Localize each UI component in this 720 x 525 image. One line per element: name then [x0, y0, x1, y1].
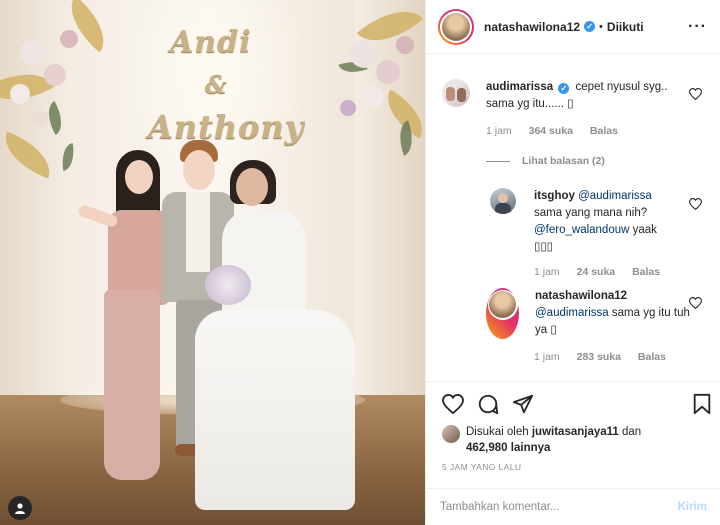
- view-replies-button[interactable]: Lihat balasan (2): [486, 155, 605, 167]
- sign-name-1: Andi: [170, 25, 252, 60]
- reply-button[interactable]: Balas: [590, 125, 618, 137]
- bouquet: [205, 265, 251, 305]
- comment-text-2: yaak: [632, 224, 657, 236]
- comment-item: audimarissa ✓ cepet nyusul syg.. sama yg…: [442, 79, 676, 113]
- comment-avatar[interactable]: [490, 188, 516, 214]
- header-username[interactable]: natashawilona12: [484, 20, 580, 34]
- emoji-placeholder: ▯▯▯: [534, 241, 553, 253]
- verified-badge-icon: ✓: [558, 83, 570, 94]
- post-actions: Disukai oleh juwitasanjaya11 dan 462,980…: [426, 381, 720, 476]
- comment-username[interactable]: itsghoy: [534, 190, 575, 202]
- comment-input[interactable]: [440, 501, 678, 513]
- tagged-user-icon[interactable]: [8, 496, 32, 520]
- sign-ampersand: &: [205, 70, 228, 99]
- post-header: natashawilona12 ✓ • Diikuti ···: [426, 0, 720, 54]
- replies-divider: [486, 160, 510, 162]
- comment-time[interactable]: 1 jam: [486, 125, 512, 137]
- follow-status-button[interactable]: Diikuti: [607, 20, 644, 34]
- comment-mention-2[interactable]: @fero_walandouw: [534, 224, 629, 236]
- likes-summary[interactable]: Disukai oleh juwitasanjaya11 dan 462,980…: [442, 424, 641, 456]
- comment-avatar[interactable]: [489, 291, 516, 318]
- post-timestamp[interactable]: 5 JAM YANG LALU: [442, 462, 521, 472]
- comment-bubble-icon[interactable]: [477, 393, 499, 415]
- comment-likes[interactable]: 283 suka: [577, 351, 621, 363]
- header-separator: •: [599, 20, 603, 33]
- liker-username[interactable]: juwitasanjaya11: [532, 426, 619, 438]
- comments-list: audimarissa ✓ cepet nyusul syg.. sama yg…: [426, 55, 720, 381]
- likes-suffix[interactable]: lainnya: [511, 442, 551, 454]
- like-comment-heart-icon[interactable]: [689, 198, 702, 210]
- more-options-icon[interactable]: ···: [688, 18, 707, 36]
- comment-avatar[interactable]: [442, 79, 470, 107]
- comment-username[interactable]: audimarissa: [486, 81, 553, 93]
- verified-badge-icon: ✓: [584, 21, 596, 32]
- like-comment-heart-icon[interactable]: [689, 297, 702, 309]
- comment-username[interactable]: natashawilona12: [535, 290, 627, 302]
- comment-meta: 1 jam 364 suka Balas: [486, 125, 632, 137]
- like-heart-icon[interactable]: [442, 394, 464, 414]
- comment-mention[interactable]: @audimarissa: [578, 190, 652, 202]
- likes-count[interactable]: 462,980: [466, 442, 508, 454]
- comment-likes[interactable]: 364 suka: [529, 125, 573, 137]
- comment-time[interactable]: 1 jam: [534, 266, 560, 278]
- emoji-placeholder: ▯: [567, 98, 574, 110]
- reply-button[interactable]: Balas: [632, 266, 660, 278]
- comment-meta: 1 jam 283 suka Balas: [534, 351, 680, 363]
- comment-likes[interactable]: 24 suka: [577, 266, 616, 278]
- post-photo[interactable]: Andi & Anthony: [0, 0, 425, 525]
- comment-meta: 1 jam 24 suka Balas: [534, 266, 674, 278]
- add-comment-bar: Kirim: [426, 488, 720, 525]
- sign-name-2: Anthony: [148, 108, 305, 146]
- reply-item: natashawilona12 @audimarissa sama yg itu…: [486, 288, 695, 339]
- emoji-placeholder: ▯: [550, 324, 557, 336]
- post-comment-button[interactable]: Kirim: [678, 501, 707, 513]
- comment-text: sama yang mana nih?: [534, 207, 648, 219]
- liker-avatar[interactable]: [442, 425, 460, 443]
- likes-joiner: dan: [622, 426, 642, 438]
- comment-avatar-ring[interactable]: [486, 288, 519, 339]
- save-bookmark-icon[interactable]: [692, 393, 712, 415]
- reply-item: itsghoy @audimarissa sama yang mana nih?…: [490, 188, 694, 256]
- comment-mention[interactable]: @audimarissa: [535, 307, 609, 319]
- header-avatar-ring[interactable]: [438, 8, 474, 45]
- reply-button[interactable]: Balas: [638, 351, 666, 363]
- comment-time[interactable]: 1 jam: [534, 351, 560, 363]
- header-avatar[interactable]: [442, 12, 470, 41]
- post-sidebar: natashawilona12 ✓ • Diikuti ··· audimari…: [425, 0, 720, 525]
- share-paper-plane-icon[interactable]: [512, 393, 534, 415]
- likes-prefix: Disukai oleh: [466, 426, 529, 438]
- like-comment-heart-icon[interactable]: [689, 88, 702, 100]
- view-replies-label: Lihat balasan (2): [522, 155, 605, 167]
